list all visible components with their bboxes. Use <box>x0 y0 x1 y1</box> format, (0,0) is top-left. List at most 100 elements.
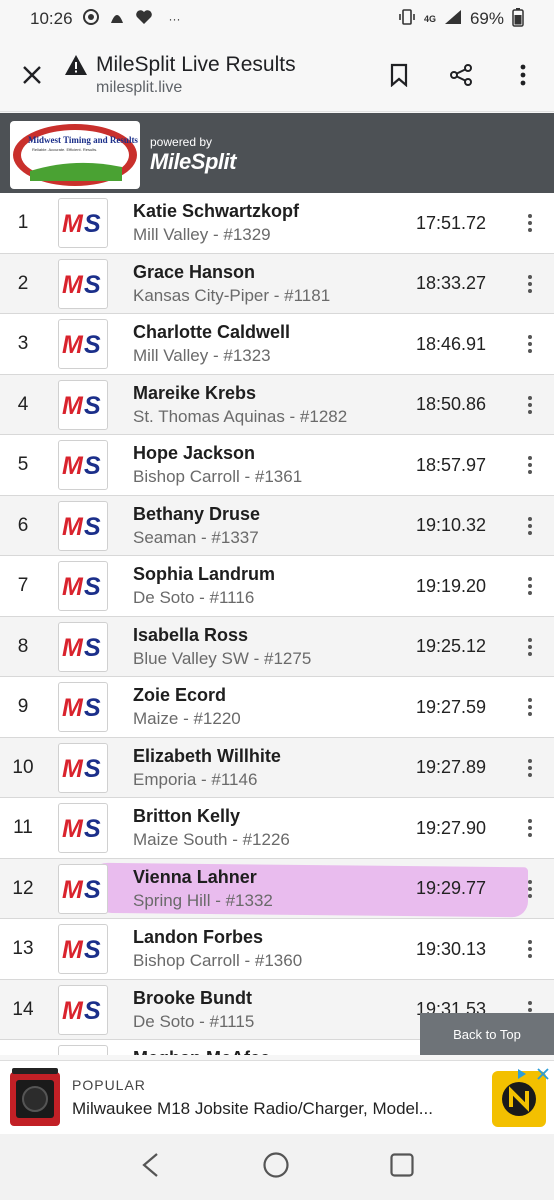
result-row[interactable]: 13 M S Landon Forbes Bishop Carroll - #1… <box>0 919 554 980</box>
row-more-button[interactable] <box>516 193 544 253</box>
milesplit-logo-icon: M S <box>58 258 108 309</box>
svg-text:M: M <box>62 271 84 298</box>
page-title: MileSplit Live Results <box>96 52 296 76</box>
result-row[interactable]: 10 M S Elizabeth Willhite Emporia - #114… <box>0 737 554 798</box>
athlete-name[interactable]: Elizabeth Willhite <box>133 746 281 767</box>
heart-icon <box>135 9 153 30</box>
share-icon <box>450 63 472 86</box>
powered-by-label: powered by <box>150 135 213 149</box>
ad-choices-icon[interactable] <box>514 1066 554 1082</box>
milesplit-brand[interactable]: MileSplit <box>150 149 236 175</box>
place-number: 4 <box>17 393 29 415</box>
athlete-name[interactable]: Vienna Lahner <box>133 867 257 888</box>
back-icon <box>142 1152 159 1177</box>
svg-text:S: S <box>84 210 101 237</box>
menu-button[interactable] <box>492 38 554 112</box>
result-row[interactable]: 9 M S Zoie Ecord Maize - #1220 19:27.59 <box>0 677 554 738</box>
result-row[interactable]: 1 M S Katie Schwartzkopf Mill Valley - #… <box>0 193 554 254</box>
milesplit-logo-icon: M S <box>58 379 108 430</box>
more-vert-icon <box>528 698 532 716</box>
result-row[interactable]: 2 M S Grace Hanson Kansas City-Piper - #… <box>0 253 554 314</box>
more-vert-icon <box>528 758 532 777</box>
athlete-name[interactable]: Bethany Druse <box>133 504 260 525</box>
athlete-name[interactable]: Grace Hanson <box>133 262 255 283</box>
finish-time: 18:33.27 <box>416 273 487 293</box>
milesplit-logo-icon: M S <box>58 561 108 611</box>
more-vert-icon <box>528 637 532 656</box>
athlete-name[interactable]: Zoie Ecord <box>133 685 226 706</box>
athlete-name[interactable]: Brooke Bundt <box>133 988 252 1009</box>
row-more-button[interactable] <box>516 919 544 979</box>
close-icon <box>23 65 41 84</box>
result-row[interactable]: 6 M S Bethany Druse Seaman - #1337 19:10… <box>0 495 554 556</box>
row-more-button[interactable] <box>516 435 544 495</box>
place-number: 12 <box>12 877 34 899</box>
more-vert-icon <box>520 64 526 85</box>
result-row[interactable]: 7 M S Sophia Landrum De Soto - #1116 19:… <box>0 556 554 617</box>
svg-text:M: M <box>62 331 84 358</box>
midwest-timing-logo[interactable]: Midwest Timing and Results Reliable. Acc… <box>10 121 140 189</box>
svg-text:M: M <box>62 755 84 782</box>
battery-icon <box>512 7 524 32</box>
svg-text:S: S <box>84 452 101 479</box>
row-more-button[interactable] <box>516 798 544 858</box>
milesplit-logo-icon: M S <box>58 319 108 369</box>
back-nav-button[interactable] <box>139 1152 163 1183</box>
athlete-name[interactable]: Landon Forbes <box>133 927 263 948</box>
finish-time: 19:27.89 <box>416 757 487 777</box>
row-more-button[interactable] <box>516 254 544 314</box>
finish-time: 19:30.13 <box>416 938 487 959</box>
more-vert-icon <box>528 879 532 898</box>
status-bar: 10:26 ··· 4G 69% <box>0 0 554 38</box>
row-more-button[interactable] <box>516 375 544 435</box>
athlete-name[interactable]: Charlotte Caldwell <box>133 322 290 343</box>
finish-time: 18:46.91 <box>416 333 487 354</box>
athlete-name[interactable]: Hope Jackson <box>133 443 255 464</box>
row-more-button[interactable] <box>516 738 544 798</box>
back-to-top-button[interactable]: Back to Top <box>420 1013 554 1055</box>
more-vert-icon <box>528 456 532 474</box>
athlete-team: Mill Valley - #1329 <box>133 225 271 244</box>
athlete-team: Maize South - #1226 <box>133 830 290 849</box>
svg-text:S: S <box>84 997 101 1024</box>
athlete-name[interactable]: Mareike Krebs <box>133 383 256 404</box>
athlete-name[interactable]: Sophia Landrum <box>133 564 275 585</box>
more-vert-icon <box>528 577 532 595</box>
share-button[interactable] <box>430 38 492 112</box>
svg-text:S: S <box>84 755 101 782</box>
home-nav-button[interactable] <box>262 1151 290 1184</box>
athlete-name[interactable]: Isabella Ross <box>133 625 248 646</box>
vibrate-icon <box>398 8 416 31</box>
athlete-name[interactable]: Meghan McAfee <box>133 1048 270 1055</box>
bookmark-button[interactable] <box>368 38 430 112</box>
recents-nav-button[interactable] <box>389 1152 415 1183</box>
row-more-button[interactable] <box>516 859 544 919</box>
row-more-button[interactable] <box>516 677 544 737</box>
athlete-name[interactable]: Britton Kelly <box>133 806 240 827</box>
milesplit-logo-icon: M S <box>58 924 108 974</box>
radio-product-image <box>8 1066 62 1128</box>
row-more-button[interactable] <box>516 556 544 616</box>
result-row[interactable]: 5 M S Hope Jackson Bishop Carroll - #136… <box>0 435 554 496</box>
page-url: milesplit.live <box>96 78 183 96</box>
ad-banner[interactable]: POPULAR Milwaukee M18 Jobsite Radio/Char… <box>0 1060 554 1134</box>
logo-tagline: Reliable. Accurate. Efficient. Results. <box>32 147 98 152</box>
athlete-name[interactable]: Katie Schwartzkopf <box>133 201 299 222</box>
close-button[interactable] <box>0 38 64 112</box>
signal-icon <box>444 9 462 30</box>
row-more-button[interactable] <box>516 496 544 556</box>
home-icon <box>263 1151 289 1178</box>
result-row[interactable]: 3 M S Charlotte Caldwell Mill Valley - #… <box>0 314 554 375</box>
milesplit-logo-icon: M S <box>58 742 108 793</box>
place-number: 5 <box>17 454 29 475</box>
svg-text:M: M <box>62 876 84 903</box>
row-more-button[interactable] <box>516 617 544 677</box>
browser-toolbar: MileSplit Live Results milesplit.live <box>0 38 554 112</box>
result-row[interactable]: 12 M S Vienna Lahner Spring Hill - #1332… <box>0 858 554 919</box>
row-more-button[interactable] <box>516 314 544 374</box>
milesplit-logo-icon: M S <box>58 198 108 248</box>
result-row[interactable]: 8 M S Isabella Ross Blue Valley SW - #12… <box>0 616 554 677</box>
ad-text: Milwaukee M18 Jobsite Radio/Charger, Mod… <box>72 1099 433 1118</box>
result-row[interactable]: 11 M S Britton Kelly Maize South - #1226… <box>0 798 554 859</box>
result-row[interactable]: 4 M S Mareike Krebs St. Thomas Aquinas -… <box>0 374 554 435</box>
